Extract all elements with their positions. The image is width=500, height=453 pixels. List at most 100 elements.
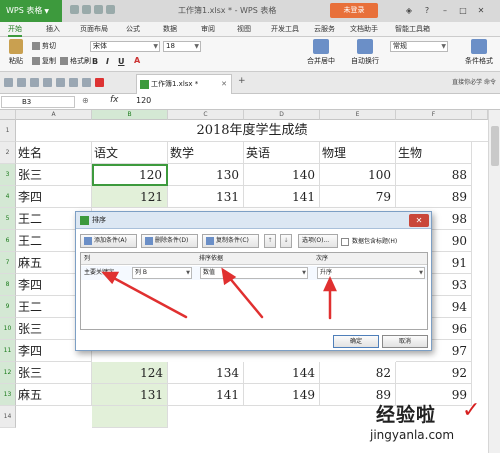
conditional-format-button[interactable]: 条件格式 xyxy=(460,39,498,66)
login-button[interactable]: 未登录 xyxy=(330,3,378,18)
formula-input[interactable]: 120 xyxy=(136,96,151,105)
close-icon[interactable]: ✕ xyxy=(472,0,490,22)
score-cell[interactable]: 131 xyxy=(92,384,168,406)
paste-button[interactable]: 粘贴 xyxy=(3,39,29,69)
score-cell[interactable]: 140 xyxy=(244,164,320,186)
score-cell[interactable]: 131 xyxy=(168,186,244,208)
score-cell[interactable]: 134 xyxy=(168,362,244,384)
move-up-button[interactable]: ↑ xyxy=(264,234,276,248)
tab-formulas[interactable]: 公式 xyxy=(126,22,140,37)
order-select[interactable]: 升序 ▼ xyxy=(317,267,425,279)
score-cell[interactable]: 141 xyxy=(244,186,320,208)
sheet-title[interactable]: 2018年度学生成绩 xyxy=(16,120,488,142)
score-cell[interactable]: 144 xyxy=(244,362,320,384)
tab-insert[interactable]: 插入 xyxy=(46,22,60,37)
redo-icon[interactable] xyxy=(82,78,91,87)
italic-button[interactable]: I xyxy=(106,57,109,66)
tab-developer[interactable]: 开发工具 xyxy=(271,22,299,37)
row-header[interactable]: 14 xyxy=(0,406,16,428)
fx-icon[interactable]: fx xyxy=(110,95,119,105)
row-header[interactable]: 2 xyxy=(0,142,16,164)
bold-button[interactable]: B xyxy=(92,57,98,66)
help-icon[interactable]: ? xyxy=(418,0,436,22)
close-icon[interactable]: ✕ xyxy=(409,214,429,227)
options-button[interactable]: 选项(O)... xyxy=(298,234,338,248)
redo-icon[interactable] xyxy=(106,5,115,14)
scrollbar-thumb[interactable] xyxy=(491,126,499,166)
open-icon[interactable] xyxy=(17,78,26,87)
active-cell[interactable]: 120 xyxy=(92,164,168,186)
column-header-f[interactable]: F xyxy=(396,110,472,120)
score-cell[interactable]: 149 xyxy=(244,384,320,406)
row-header[interactable]: 6 xyxy=(0,230,16,252)
undo-icon[interactable] xyxy=(69,78,78,87)
column-header-e[interactable]: E xyxy=(320,110,396,120)
column-header-b[interactable]: B xyxy=(92,110,168,120)
row-header[interactable]: 3 xyxy=(0,164,16,186)
add-condition-button[interactable]: 添加条件(A) xyxy=(80,234,137,248)
print-icon[interactable] xyxy=(43,78,52,87)
wrap-text-button[interactable]: 自动换行 xyxy=(346,39,384,66)
header-cell[interactable]: 生物 xyxy=(396,142,472,164)
row-header[interactable]: 5 xyxy=(0,208,16,230)
tabrow-search-hint[interactable]: 直接你必学 命令 xyxy=(452,77,496,86)
row-header[interactable]: 13 xyxy=(0,384,16,406)
zoom-icon[interactable]: ⊕ xyxy=(82,96,89,105)
tab-home[interactable]: 开始 xyxy=(8,22,22,37)
preview-icon[interactable] xyxy=(56,78,65,87)
score-cell[interactable]: 82 xyxy=(320,362,396,384)
row-header[interactable]: 12 xyxy=(0,362,16,384)
tab-view[interactable]: 视图 xyxy=(237,22,251,37)
score-cell[interactable]: 88 xyxy=(396,164,472,186)
tab-data[interactable]: 数据 xyxy=(163,22,177,37)
score-cell[interactable]: 124 xyxy=(92,362,168,384)
underline-button[interactable]: U xyxy=(118,57,125,66)
name-cell[interactable]: 麻五 xyxy=(16,384,92,406)
score-cell[interactable]: 100 xyxy=(320,164,396,186)
cut-button[interactable]: 剪切 xyxy=(32,41,56,52)
sort-on-select[interactable]: 数值 ▼ xyxy=(200,267,308,279)
header-cell[interactable]: 物理 xyxy=(320,142,396,164)
ok-button[interactable]: 确定 xyxy=(333,335,379,348)
column-header-c[interactable]: C xyxy=(168,110,244,120)
row-header[interactable]: 9 xyxy=(0,296,16,318)
new-icon[interactable] xyxy=(4,78,13,87)
sort-condition-row[interactable]: 主要关键字 列 B ▼ 数值 ▼ 升序 ▼ xyxy=(81,266,427,280)
score-cell[interactable] xyxy=(92,406,168,428)
skin-icon[interactable]: ◈ xyxy=(400,0,418,22)
has-header-checkbox[interactable]: 数据包含标题(H) xyxy=(341,236,397,246)
wps-logo-icon[interactable] xyxy=(95,78,104,87)
move-down-button[interactable]: ↓ xyxy=(280,234,292,248)
close-tab-icon[interactable]: ✕ xyxy=(221,75,227,93)
score-cell[interactable]: 79 xyxy=(320,186,396,208)
header-cell[interactable]: 数学 xyxy=(168,142,244,164)
name-cell[interactable]: 张三 xyxy=(16,362,92,384)
row-header[interactable]: 10 xyxy=(0,318,16,340)
name-cell[interactable]: 张三 xyxy=(16,164,92,186)
minimize-icon[interactable]: – xyxy=(436,0,454,22)
save-icon[interactable] xyxy=(70,5,79,14)
copy-button[interactable]: 复制 xyxy=(32,56,56,67)
name-cell[interactable]: 李四 xyxy=(16,186,92,208)
row-header[interactable]: 4 xyxy=(0,186,16,208)
name-box[interactable]: B3 xyxy=(1,96,75,108)
column-header-a[interactable]: A xyxy=(16,110,92,120)
font-size-select[interactable]: 18 ▼ xyxy=(163,41,201,52)
print-icon[interactable] xyxy=(82,5,91,14)
tab-review[interactable]: 审阅 xyxy=(201,22,215,37)
row-header[interactable]: 11 xyxy=(0,340,16,362)
delete-condition-button[interactable]: 删除条件(D) xyxy=(141,234,198,248)
undo-icon[interactable] xyxy=(94,5,103,14)
column-header-d[interactable]: D xyxy=(244,110,320,120)
sort-dialog-titlebar[interactable]: 排序 ✕ xyxy=(76,212,431,229)
checkbox-icon[interactable] xyxy=(341,237,349,246)
format-painter-button[interactable]: 格式刷 xyxy=(60,56,91,67)
maximize-icon[interactable]: □ xyxy=(454,0,472,22)
tab-smart-tools[interactable]: 智能工具箱 xyxy=(395,22,430,37)
sort-column-select[interactable]: 列 B ▼ xyxy=(132,267,192,279)
file-tab-workbook1[interactable]: 工作簿1.xlsx * ✕ xyxy=(136,74,232,94)
score-cell[interactable]: 141 xyxy=(168,384,244,406)
score-cell[interactable]: 121 xyxy=(92,186,168,208)
column-header-g[interactable] xyxy=(472,110,488,120)
font-name-select[interactable]: 宋体 ▼ xyxy=(90,41,160,52)
